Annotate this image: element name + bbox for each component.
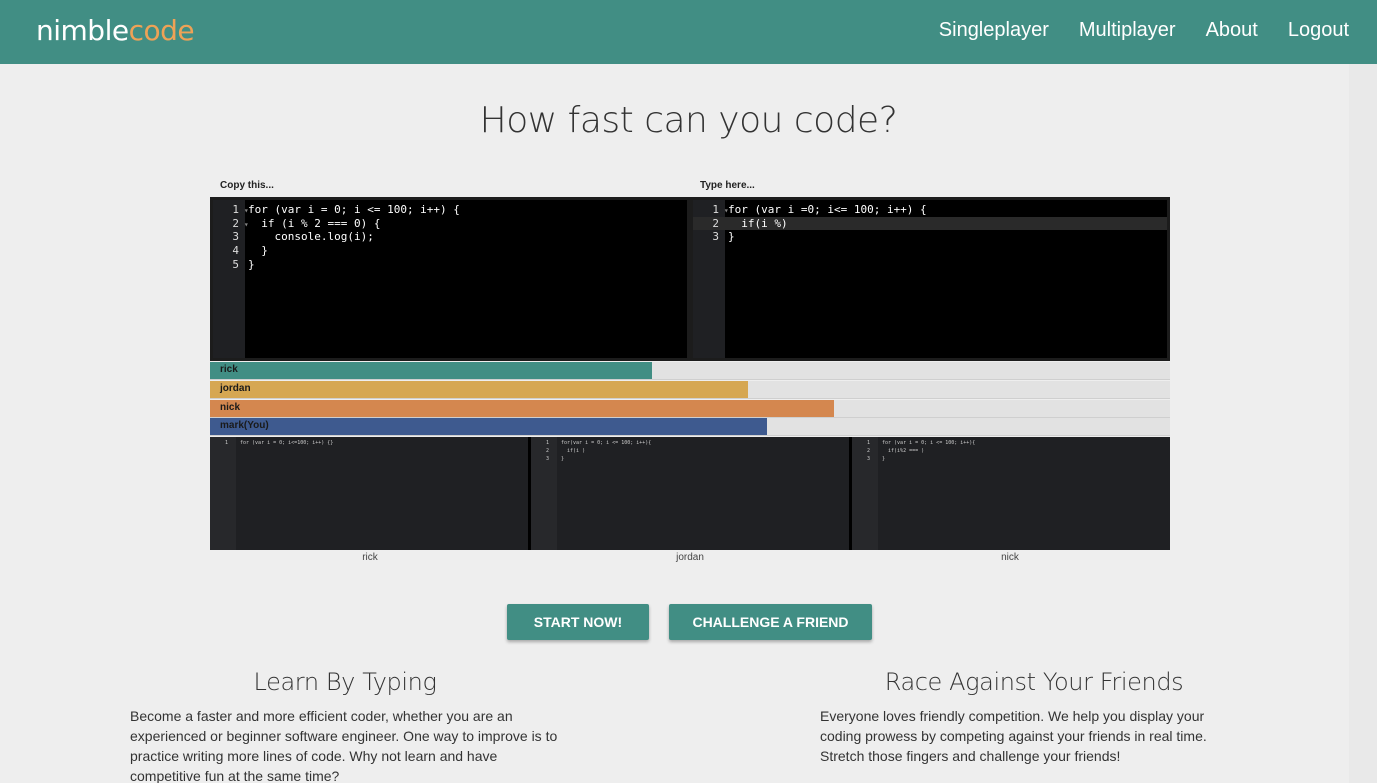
code-line: 1 ▾ for (var i =0; i<= 100; i++) { (693, 203, 1167, 217)
progress-fill (210, 418, 767, 436)
brand-text: nimble (36, 14, 129, 47)
mini-line-text: } (882, 456, 886, 462)
mini-line-number: 1 (545, 440, 549, 446)
progress-bar-jordan: jordan (210, 380, 1170, 399)
line-text: } (728, 230, 735, 244)
target-code[interactable]: 1 ▾ for (var i =0; i<= 100; i++) {2 if(i … (693, 203, 1167, 244)
mini-line-number: 1 (866, 440, 870, 446)
mini-line-number: 2 (866, 448, 870, 454)
mini-line-text: if(i ) (561, 448, 586, 454)
navbar: nimblecode Singleplayer Multiplayer Abou… (0, 0, 1377, 64)
line-number: 1 (232, 203, 239, 216)
mini-code-line: 3} (852, 455, 1170, 463)
mini-code: 1 for (var i = 0; i<=100; i++) {} (210, 439, 528, 447)
mini-line-text: for (var i = 0; i<=100; i++) {} (240, 440, 334, 446)
mini-line-number: 1 (224, 440, 228, 446)
brand-logo[interactable]: nimblecode (36, 14, 195, 47)
opponent-label-rick: rick (362, 552, 378, 563)
page-title: How fast can you code? (479, 100, 898, 141)
feature-text-learn: Become a faster and more efficient coder… (130, 708, 558, 783)
mini-gutter (210, 437, 236, 550)
progress-bar-rick: rick (210, 362, 1170, 380)
line-number: 5 (232, 257, 239, 271)
progress-fill (210, 399, 834, 417)
progress-bar-markyou: mark(You) (210, 418, 1170, 437)
mini-line-text: } (561, 456, 565, 462)
opponent-editor-rick: 1 for (var i = 0; i<=100; i++) {} (210, 437, 528, 550)
mini-code-line: 2 if(i%2 === ) (852, 447, 1170, 455)
line-text: } (248, 244, 268, 258)
mini-code-line: 1 for (var i = 0; i <= 100; i++){ (852, 439, 1170, 447)
progress-fill (210, 380, 748, 398)
code-line: 2 if(i %) (693, 216, 1167, 231)
mini-code-line: 1 for(var i = 0; i <= 100; i++){ (531, 439, 849, 447)
mini-code-line: 3} (531, 455, 849, 463)
feature-title-race: Race Against Your Friends (884, 668, 1184, 696)
feature-title-learn: Learn By Typing (253, 668, 437, 696)
nav-about[interactable]: About (1206, 19, 1258, 42)
line-text: for (var i = 0; i <= 100; i++) { (248, 203, 460, 216)
progress-fill (210, 362, 652, 379)
line-number: 3 (232, 230, 239, 244)
player-name: jordan (220, 382, 251, 394)
nav-links: Singleplayer Multiplayer About Logout (939, 19, 1349, 42)
line-number: 4 (232, 244, 239, 258)
opponent-label-nick: nick (1001, 552, 1019, 563)
player-name: rick (220, 364, 238, 375)
mini-code: 1 for (var i = 0; i <= 100; i++){2 if(i%2… (852, 439, 1170, 463)
fold-arrow-icon[interactable]: ▾ (239, 204, 249, 218)
progress-bar-nick: nick (210, 399, 1170, 418)
mini-code: 1 for(var i = 0; i <= 100; i++){2 if(i ) 3… (531, 439, 849, 463)
editor-panel: 1 ▾ for (var i = 0; i <= 100; i++) {2 ▾ i… (210, 197, 1170, 361)
player-name: mark(You) (220, 420, 269, 432)
page-scrollbar[interactable] (1349, 64, 1377, 783)
line-number: 3 (712, 230, 719, 244)
line-text: console.log(i); (248, 230, 374, 244)
source-editor-label: Copy this... (220, 180, 274, 191)
line-text: if (i % 2 === 0) { (248, 216, 381, 230)
line-number: 2 (232, 216, 239, 230)
challenge-friend-button[interactable]: CHALLENGE A FRIEND (669, 604, 872, 640)
mini-line-number: 3 (866, 456, 870, 462)
player-name: nick (220, 401, 241, 413)
opponent-editors: 1 for (var i = 0; i<=100; i++) {} 1 for(va… (210, 437, 1170, 550)
target-editor-label: Type here... (700, 180, 755, 191)
line-number: 1 (712, 203, 719, 216)
nav-multiplayer[interactable]: Multiplayer (1079, 19, 1176, 42)
line-text: } (248, 257, 255, 271)
mini-code-line: 1 for (var i = 0; i<=100; i++) {} (210, 439, 528, 447)
source-code: 1 ▾ for (var i = 0; i <= 100; i++) {2 ▾ i… (213, 203, 687, 271)
mini-line-number: 3 (545, 456, 549, 462)
code-line: 1 ▾ for (var i = 0; i <= 100; i++) { (213, 203, 687, 217)
opponent-label-jordan: jordan (676, 552, 704, 563)
line-number: 2 (712, 216, 719, 230)
fold-arrow-icon[interactable]: ▾ (239, 218, 249, 232)
line-text: for (var i =0; i<= 100; i++) { (728, 203, 927, 216)
mini-code-line: 2 if(i ) (531, 447, 849, 455)
nav-logout[interactable]: Logout (1288, 19, 1349, 42)
mini-line-text: for (var i = 0; i <= 100; i++){ (882, 440, 976, 446)
code-line: 4 } (213, 244, 687, 258)
code-line: 5} (213, 258, 687, 272)
target-code-editor[interactable]: 1 ▾ for (var i =0; i<= 100; i++) {2 if(i … (693, 200, 1167, 358)
opponent-editor-jordan: 1 for(var i = 0; i <= 100; i++){2 if(i ) 3… (531, 437, 849, 550)
start-now-button[interactable]: START NOW! (507, 604, 649, 640)
code-line: 3 console.log(i); (213, 230, 687, 244)
mini-line-text: for(var i = 0; i <= 100; i++){ (561, 440, 652, 446)
opponent-editor-nick: 1 for (var i = 0; i <= 100; i++){2 if(i%2… (852, 437, 1170, 550)
mini-line-text: if(i%2 === ) (882, 448, 925, 454)
code-line: 3} (693, 230, 1167, 244)
mini-line-number: 2 (545, 448, 549, 454)
code-line: 2 ▾ if (i % 2 === 0) { (213, 217, 687, 231)
nav-singleplayer[interactable]: Singleplayer (939, 19, 1049, 42)
source-code-editor: 1 ▾ for (var i = 0; i <= 100; i++) {2 ▾ i… (213, 200, 687, 358)
feature-text-race: Everyone loves friendly competition. We … (820, 708, 1207, 764)
brand-accent-text: code (128, 14, 195, 47)
line-text: if(i %) (728, 216, 788, 230)
fold-arrow-icon[interactable]: ▾ (719, 204, 729, 218)
